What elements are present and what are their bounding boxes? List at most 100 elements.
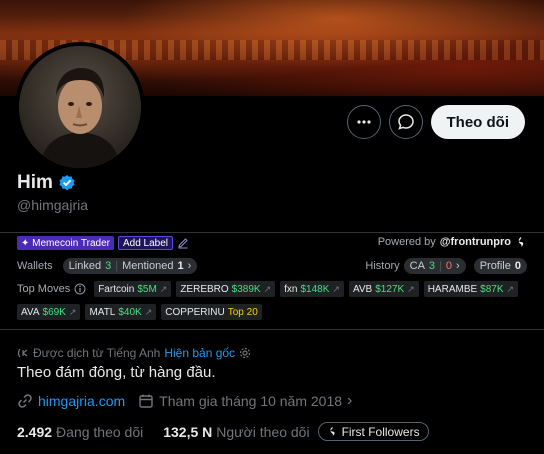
calendar-icon (139, 394, 153, 408)
external-link-icon: ↗ (159, 283, 168, 294)
history-label: History (365, 260, 400, 272)
powered-by: Powered by @frontrunpro (378, 236, 527, 248)
edit-pencil-icon[interactable] (177, 237, 189, 249)
top-moves-label: Top Moves (17, 283, 71, 295)
top-move-chip[interactable]: HARAMBE $87K ↗ (423, 281, 519, 297)
follow-button[interactable]: Theo dõi (430, 105, 525, 139)
top-move-name: AVA (21, 306, 40, 318)
ca-label: CA (409, 260, 425, 272)
show-original-link[interactable]: Hiện bản gốc (164, 346, 235, 360)
top-move-chip[interactable]: AVB $127K ↗ (348, 281, 419, 297)
top-move-value: $40K (118, 306, 142, 318)
pill-divider: | (115, 260, 119, 272)
top-move-chip[interactable]: Fartcoin $5M ↗ (94, 281, 172, 297)
top-move-name: Fartcoin (98, 283, 135, 295)
top-moves-row-2: AVA $69K ↗ MATL $40K ↗ COPPERINU Top 20 (17, 304, 262, 320)
top-move-value: $127K (375, 283, 405, 295)
top-move-name: MATL (89, 306, 116, 318)
avatar[interactable] (15, 42, 145, 172)
top-move-name: COPPERINU (165, 306, 225, 318)
top-move-chip[interactable]: AVA $69K ↗ (17, 304, 81, 320)
more-button[interactable] (346, 105, 381, 139)
top-moves-chips-1: Fartcoin $5M ↗ ZEREBRO $389K ↗ fxn $148K ↗ AVB $12… (94, 281, 519, 297)
memecoin-trader-tag[interactable]: ✦ Memecoin Trader (17, 236, 114, 250)
external-link-icon: ↗ (263, 283, 272, 294)
linked-label: Linked (68, 260, 102, 272)
followers-link[interactable]: 132,5 N Người theo dõi (163, 424, 309, 440)
mentioned-count: 1 (177, 260, 184, 272)
external-link-icon: ↗ (332, 283, 340, 294)
settings-gear-icon[interactable] (239, 347, 251, 359)
chevron-right-icon: › (187, 260, 192, 272)
top-move-value: $87K (480, 283, 504, 295)
chevron-right-icon: › (456, 260, 460, 272)
translation-note: Được dịch từ Tiếng Anh Hiện bản gốc (17, 346, 251, 360)
message-button[interactable] (388, 105, 423, 139)
top-move-value: $69K (42, 306, 66, 318)
mentioned-label: Mentioned (122, 260, 174, 272)
external-link-icon: ↗ (407, 283, 415, 294)
external-link-icon: ↗ (506, 283, 515, 294)
wallets-label: Wallets (17, 260, 53, 272)
top-move-value: $148K (300, 283, 330, 295)
translated-label: Được dịch từ Tiếng Anh (33, 346, 161, 360)
linked-count: 3 (105, 260, 112, 272)
history-row: History CA 3 | 0 › Profile 0 (365, 258, 527, 274)
website-link[interactable]: himgajria.com (38, 393, 125, 409)
following-link[interactable]: 2.492 Đang theo dõi (17, 424, 143, 440)
following-count: 2.492 (17, 423, 53, 440)
profile-bio: Theo đám đông, từ hàng đầu. (17, 364, 216, 381)
verified-badge-icon[interactable] (58, 174, 76, 192)
profile-pill[interactable]: Profile 0 (473, 258, 527, 274)
ca-divider: | (439, 260, 442, 272)
top-move-name: ZEREBRO (180, 283, 229, 295)
followers-label: Người theo dõi (216, 423, 310, 440)
joined-date: Tham gia tháng 10 năm 2018 (159, 393, 343, 409)
top-move-chip[interactable]: COPPERINU Top 20 (161, 304, 262, 320)
message-bubble-icon (397, 114, 414, 130)
external-link-icon: ↗ (144, 306, 153, 317)
wallets-pill[interactable]: Linked 3 | Mentioned 1 › (62, 258, 198, 274)
top-move-name: fxn (284, 283, 298, 295)
info-icon[interactable] (74, 283, 86, 295)
top-move-chip[interactable]: fxn $148K ↗ (280, 281, 344, 297)
translate-icon (17, 348, 28, 358)
top-moves-row-1: Top Moves Fartcoin $5M ↗ ZEREBRO $389K ↗ fxn $1… (17, 281, 519, 297)
frontrun-panel: ✦ Memecoin Trader Add Label Powered by @… (0, 232, 544, 330)
frontrun-logo-icon (518, 237, 524, 247)
following-label: Đang theo dõi (56, 423, 144, 440)
profile-actions: Theo dõi (346, 105, 525, 139)
add-label-button[interactable]: Add Label (117, 236, 174, 250)
ca-red-count: 0 (445, 260, 453, 272)
more-icon (356, 120, 371, 124)
top-move-chip[interactable]: ZEREBRO $389K ↗ (176, 281, 276, 297)
top-move-chip[interactable]: MATL $40K ↗ (85, 304, 157, 320)
first-followers-button[interactable]: First Followers (317, 422, 429, 441)
profile-count: 0 (514, 260, 521, 272)
ca-green-count: 3 (428, 260, 436, 272)
first-followers-label: First Followers (341, 424, 420, 439)
top-move-name: HARAMBE (427, 283, 478, 295)
frontrun-logo-icon (330, 426, 335, 437)
top-move-value: $5M (137, 283, 157, 295)
wallets-row: Wallets Linked 3 | Mentioned 1 › (17, 258, 198, 274)
frontrun-label-row: ✦ Memecoin Trader Add Label (17, 236, 189, 250)
profile-handle: @himgajria (17, 197, 89, 213)
followers-count: 132,5 N (163, 423, 213, 440)
profile-page: Theo dõi Him @himgajria ✦ Memecoin Trade… (0, 0, 544, 454)
profile-label: Profile (479, 260, 511, 272)
top-moves-chips-2: AVA $69K ↗ MATL $40K ↗ COPPERINU Top 20 (17, 304, 262, 320)
frontrunpro-link[interactable]: @frontrunpro (440, 236, 511, 248)
chevron-right-icon[interactable]: › (347, 392, 352, 410)
external-link-icon: ↗ (68, 306, 77, 317)
powered-by-label: Powered by (377, 236, 436, 248)
link-icon (18, 394, 32, 408)
follow-stats: 2.492 Đang theo dõi 132,5 N Người theo d… (17, 422, 429, 441)
avatar-image (19, 46, 141, 168)
name-row: Him (17, 172, 76, 194)
top-move-name: AVB (352, 283, 373, 295)
ca-pill[interactable]: CA 3 | 0 › (403, 258, 466, 274)
profile-meta: himgajria.com Tham gia tháng 10 năm 2018… (17, 392, 352, 410)
top-move-value: $389K (231, 283, 261, 295)
top-move-value: Top 20 (227, 306, 258, 318)
